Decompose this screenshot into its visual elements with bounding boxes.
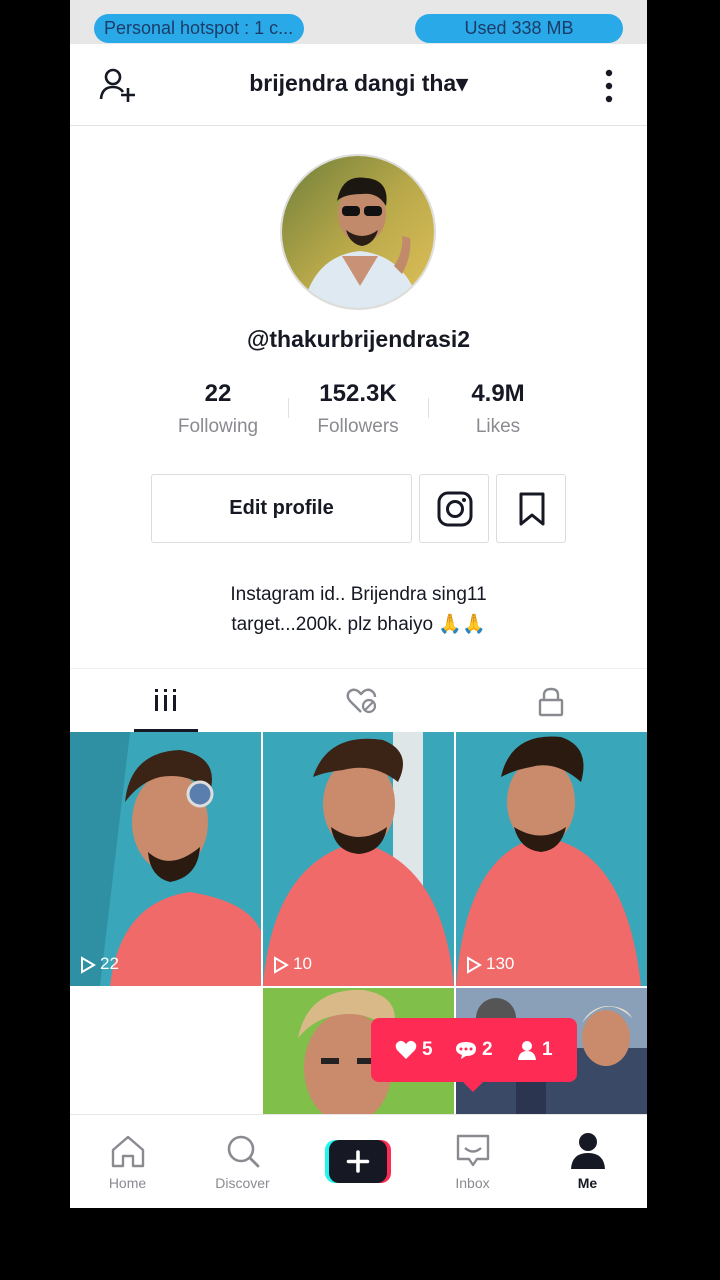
nav-label: Home <box>108 1175 147 1191</box>
nav-label: Inbox <box>455 1175 490 1191</box>
bio-line: target...200k. plz bhaiyo 🙏🙏 <box>231 614 486 635</box>
person-icon <box>518 1040 536 1060</box>
view-count: 22 <box>80 954 119 974</box>
data-usage-pill[interactable]: Used 338 MB <box>415 14 623 43</box>
bookmark-icon <box>519 492 545 526</box>
video-thumbnail[interactable]: 130 <box>456 732 647 986</box>
profile-icon <box>571 1133 605 1169</box>
stat-label: Likes <box>475 416 521 437</box>
play-icon <box>274 955 289 974</box>
video-thumbnail[interactable]: 22 <box>70 732 261 986</box>
liked-heart-icon <box>346 688 377 714</box>
more-options-icon[interactable] <box>599 68 619 104</box>
activity-notification[interactable]: 5 2 1 <box>371 1018 577 1092</box>
instagram-icon <box>437 491 473 527</box>
stat-value: 152.3K <box>319 380 397 407</box>
likes-count: 5 <box>395 1038 433 1062</box>
profile-bio: Instagram id.. Brijendra sing11 target..… <box>70 580 647 640</box>
stat-value: 4.9M <box>471 380 525 407</box>
edit-profile-button[interactable]: Edit profile <box>151 474 412 543</box>
username-handle: @thakurbrijendrasi2 <box>246 326 471 352</box>
create-video-button[interactable] <box>325 1139 391 1184</box>
nav-label: Discover <box>215 1175 270 1191</box>
stat-likes[interactable]: 4.9M Likes <box>428 380 568 438</box>
content-tabs <box>70 668 647 732</box>
page-title[interactable]: brijendra dangi tha▾ <box>70 70 647 97</box>
comments-count: 2 <box>455 1038 493 1062</box>
view-count-value: 22 <box>100 954 119 973</box>
notification-tail <box>463 1082 483 1092</box>
nav-inbox[interactable]: Inbox <box>415 1115 530 1208</box>
nav-me[interactable]: Me <box>530 1115 645 1208</box>
likes-value: 5 <box>422 1039 433 1060</box>
instagram-button[interactable] <box>419 474 489 543</box>
heart-icon <box>395 1040 417 1059</box>
avatar[interactable] <box>280 154 436 310</box>
view-count-value: 10 <box>293 954 312 973</box>
bottom-nav: Home Discover Inbox Me <box>70 1114 647 1208</box>
video-thumbnail[interactable] <box>70 988 261 1116</box>
top-nav: brijendra dangi tha▾ <box>70 44 647 126</box>
play-icon <box>467 955 482 974</box>
followers-value: 1 <box>542 1039 553 1060</box>
phone-screen: Personal hotspot : 1 c... Used 338 MB br… <box>70 0 647 1208</box>
video-thumbnail[interactable]: 10 <box>263 732 454 986</box>
tab-videos[interactable] <box>70 669 262 733</box>
view-count: 130 <box>466 954 514 974</box>
play-icon <box>81 955 96 974</box>
tab-private[interactable] <box>454 669 646 733</box>
followers-count: 1 <box>517 1038 553 1062</box>
stat-followers[interactable]: 152.3K Followers <box>288 380 428 438</box>
bio-line: Instagram id.. Brijendra sing11 <box>230 584 487 605</box>
home-icon <box>111 1135 145 1168</box>
stat-label: Following <box>177 416 259 437</box>
search-icon <box>227 1135 260 1168</box>
stat-following[interactable]: 22 Following <box>148 380 288 438</box>
stat-label: Followers <box>317 416 399 437</box>
nav-discover[interactable]: Discover <box>185 1115 300 1208</box>
stat-value: 22 <box>204 380 232 407</box>
view-count: 10 <box>273 954 312 974</box>
tab-liked[interactable] <box>262 669 454 733</box>
comments-value: 2 <box>482 1039 493 1060</box>
nav-home[interactable]: Home <box>70 1115 185 1208</box>
profile-stats: 22 Following 152.3K Followers 4.9M Likes <box>148 380 568 450</box>
status-bar: Personal hotspot : 1 c... Used 338 MB <box>70 0 647 44</box>
lock-icon <box>538 687 564 717</box>
grid-icon <box>155 689 176 711</box>
hotspot-pill[interactable]: Personal hotspot : 1 c... <box>94 14 304 43</box>
inbox-icon <box>456 1134 490 1167</box>
comment-icon <box>456 1041 476 1059</box>
view-count-value: 130 <box>486 954 515 973</box>
favorites-button[interactable] <box>496 474 566 543</box>
nav-label: Me <box>577 1175 598 1191</box>
